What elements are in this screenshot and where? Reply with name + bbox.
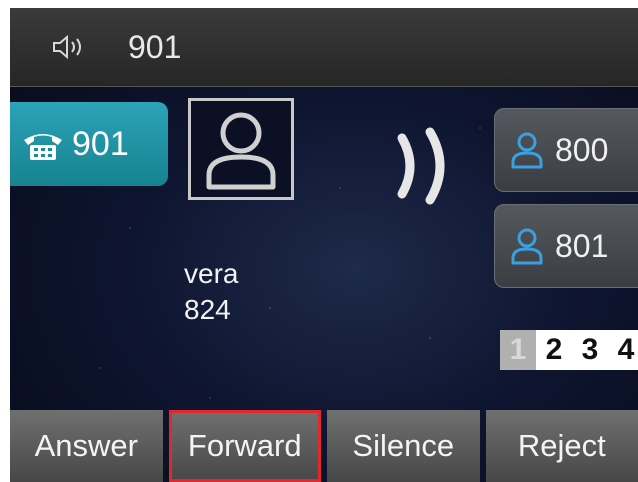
caller-avatar: [188, 98, 294, 200]
silence-softkey[interactable]: Silence: [327, 410, 480, 482]
speaker-icon: [53, 34, 81, 60]
line-key-901[interactable]: 901: [10, 102, 168, 186]
person-icon: [511, 228, 543, 265]
phone-icon: [24, 134, 62, 160]
phone-screen: 901 901 vera 824 800 801 1 2 3 4 Answer …: [10, 8, 638, 482]
forward-softkey[interactable]: Forward: [168, 410, 321, 482]
contact-key-800[interactable]: 800: [494, 108, 638, 192]
caller-name: vera: [184, 258, 239, 289]
caller-number: 824: [184, 294, 231, 325]
reject-softkey[interactable]: Reject: [485, 410, 638, 482]
page-indicator: 1 2 3 4: [500, 330, 638, 370]
page-4[interactable]: 4: [608, 330, 638, 370]
person-icon: [511, 132, 543, 169]
contact-key-label: 800: [555, 132, 609, 168]
contact-key-801[interactable]: 801: [494, 204, 638, 288]
answer-softkey[interactable]: Answer: [10, 410, 163, 482]
page-1[interactable]: 1: [500, 330, 536, 370]
person-avatar-icon: [206, 112, 276, 190]
status-bar: 901: [10, 8, 638, 87]
line-key-label: 901: [72, 125, 129, 163]
contact-key-label: 801: [555, 228, 609, 264]
softkey-bar: Answer Forward Silence Reject: [10, 410, 638, 482]
page-3[interactable]: 3: [572, 330, 608, 370]
page-2[interactable]: 2: [536, 330, 572, 370]
ringing-waves-icon: [397, 127, 445, 205]
status-line-number: 901: [128, 29, 182, 65]
